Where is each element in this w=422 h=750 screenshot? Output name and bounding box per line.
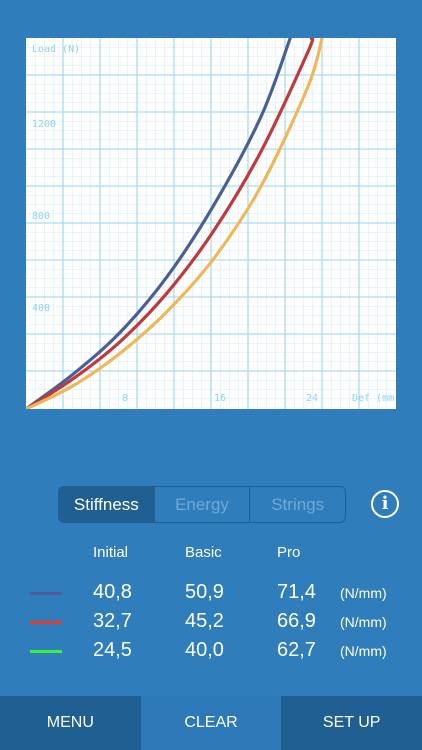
value-initial: 24,5 [93,639,132,661]
value-basic: 45,2 [185,610,224,632]
y-tick-label: 400 [32,303,50,314]
table-row: 40,8 50,9 71,4 (N/mm) [0,579,422,607]
unit-label: (N/mm) [340,585,387,601]
value-basic: 40,0 [185,639,224,661]
x-tick-label: 8 [122,393,128,404]
value-pro: 66,9 [277,610,316,632]
unit-label: (N/mm) [340,643,387,659]
tab-strings[interactable]: Strings [250,487,345,522]
series-swatch [30,650,62,653]
x-tick-label: 16 [214,393,226,404]
series-swatch [30,592,62,595]
tab-energy[interactable]: Energy [155,487,251,522]
y-tick-label: 800 [32,211,50,222]
bottom-toolbar: MENU CLEAR SET UP [0,696,422,750]
column-header-basic: Basic [185,544,222,561]
y-tick-label: 1200 [32,119,56,130]
value-basic: 50,9 [185,581,224,603]
value-pro: 62,7 [277,639,316,661]
value-pro: 71,4 [277,581,316,603]
column-header-initial: Initial [93,544,129,561]
chart-svg: Load (N) Def (mm) 1200 800 400 8 16 24 [26,38,396,409]
column-header-pro: Pro [277,544,301,561]
value-initial: 32,7 [93,610,132,632]
setup-button[interactable]: SET UP [281,696,422,750]
table-row: 24,5 40,0 62,7 (N/mm) [0,637,422,665]
info-glyph: i [381,493,389,514]
clear-button[interactable]: CLEAR [140,696,282,750]
x-tick-label: 24 [306,393,318,404]
table-row: 32,7 45,2 66,9 (N/mm) [0,608,422,636]
load-deflection-chart: Load (N) Def (mm) 1200 800 400 8 16 24 [26,38,396,409]
info-icon[interactable]: i [371,490,399,518]
x-axis-label: Def (mm) [352,393,396,404]
tab-stiffness[interactable]: Stiffness [59,487,155,522]
menu-button[interactable]: MENU [0,696,141,750]
unit-label: (N/mm) [340,614,387,630]
value-initial: 40,8 [93,581,132,603]
y-axis-label: Load (N) [32,44,80,55]
mode-segmented-control: Stiffness Energy Strings [58,486,346,523]
series-swatch [30,621,62,624]
